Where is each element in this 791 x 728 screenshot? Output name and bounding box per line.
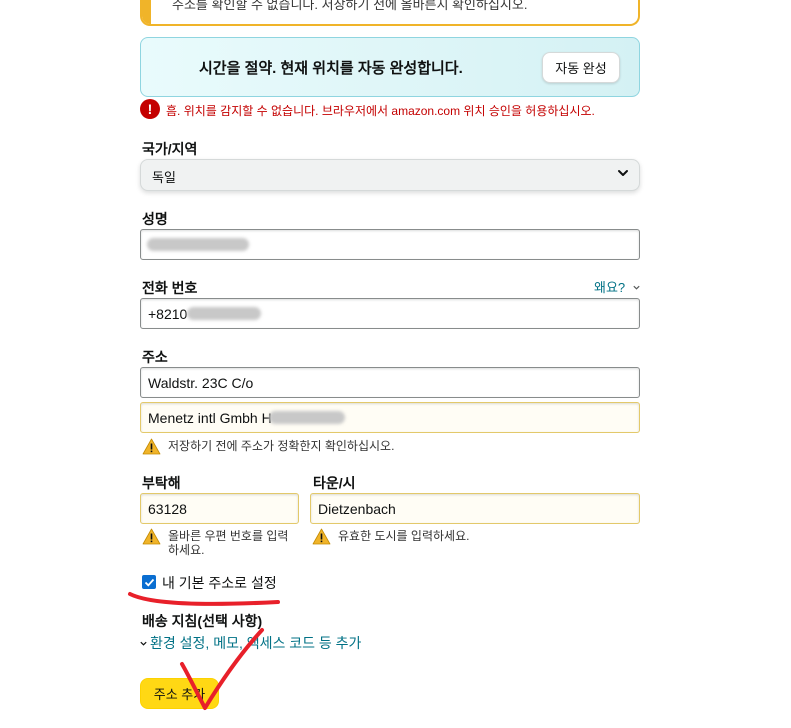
city-value: Dietzenbach [318, 501, 396, 517]
city-warning-text: 유효한 도시를 입력하세요. [338, 529, 470, 543]
postal-value: 63128 [148, 501, 187, 517]
alert-text: 주소를 확인할 수 없습니다. 저장하기 전에 올바른지 확인하십시오. [172, 0, 528, 12]
warning-icon [312, 528, 331, 545]
delivery-link-text: 환경 설정, 메모, 액세스 코드 등 추가 [150, 635, 362, 651]
phone-input[interactable]: +8210 [140, 298, 640, 329]
chevron-down-icon [140, 641, 147, 646]
postal-warning-line2: 하세요. [168, 543, 205, 557]
add-address-button[interactable]: 주소 추가 [140, 678, 219, 709]
full-name-label: 성명 [142, 211, 168, 227]
address-label: 주소 [142, 349, 168, 365]
city-input[interactable]: Dietzenbach [310, 493, 640, 524]
autofill-message: 시간을 절약. 현재 위치를 자동 완성합니다. [199, 60, 463, 77]
full-name-input[interactable] [140, 229, 640, 260]
postal-input[interactable]: 63128 [140, 493, 299, 524]
annotation-underline [128, 592, 280, 606]
default-address-label[interactable]: 내 기본 주소로 설정 [162, 573, 277, 593]
country-label: 국가/지역 [142, 141, 198, 157]
phone-value: +8210 [148, 306, 188, 322]
redacted-blur [269, 411, 345, 424]
error-icon: ! [140, 99, 160, 119]
check-icon [144, 578, 154, 587]
alert-accent-bar [142, 0, 151, 24]
warning-icon [142, 438, 161, 455]
city-label: 타운/시 [313, 475, 356, 491]
country-select[interactable]: 독일 [140, 159, 640, 191]
address-line1-value: Waldstr. 23C C/o [148, 375, 254, 391]
phone-label: 전화 번호 [142, 280, 198, 296]
autofill-banner: 시간을 절약. 현재 위치를 자동 완성합니다. 자동 완성 [140, 37, 640, 97]
chevron-down-icon [618, 170, 628, 176]
default-address-checkbox[interactable] [142, 575, 156, 589]
delivery-label: 배송 지침(선택 사항) [142, 613, 263, 629]
why-link[interactable]: 왜요? [594, 277, 641, 296]
why-link-text: 왜요? [594, 280, 626, 295]
delivery-instructions-link[interactable]: 환경 설정, 메모, 액세스 코드 등 추가 [139, 633, 361, 653]
location-error-text: 흠. 위치를 감지할 수 없습니다. 브라우저에서 amazon.com 위치 … [166, 104, 595, 118]
chevron-down-icon [633, 285, 640, 290]
address-line1-input[interactable]: Waldstr. 23C C/o [140, 367, 640, 398]
autofill-button[interactable]: 자동 완성 [542, 52, 620, 83]
postal-label: 부탁해 [142, 475, 181, 491]
warning-icon [142, 528, 161, 545]
country-value: 독일 [152, 170, 176, 185]
address-warning-text: 저장하기 전에 주소가 정확한지 확인하십시오. [168, 439, 395, 453]
address-line2-input[interactable]: Menetz intl Gmbh H [140, 402, 640, 433]
redacted-blur [187, 307, 261, 320]
address-warning-alert: 주소를 확인할 수 없습니다. 저장하기 전에 올바른지 확인하십시오. [140, 0, 640, 26]
redacted-blur [147, 238, 249, 251]
address-line2-value: Menetz intl Gmbh H [148, 410, 272, 426]
